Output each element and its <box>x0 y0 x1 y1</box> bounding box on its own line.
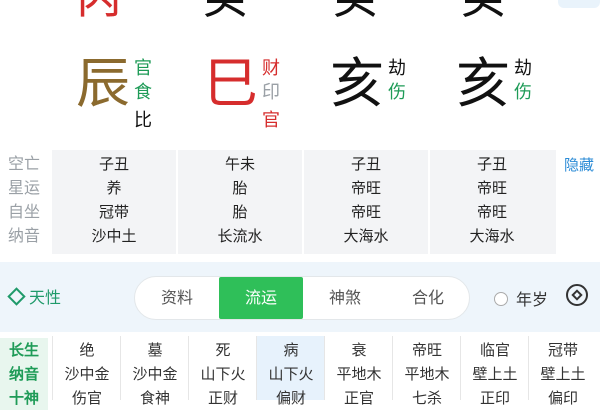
grid-column[interactable]: 死 山下火 正财 <box>188 336 257 407</box>
nianshui-label: 年岁 <box>516 290 549 309</box>
branch-4: 亥 劫 伤 <box>456 52 546 148</box>
info-cell: 子丑 <box>476 155 507 173</box>
info-label-zizuo: 自坐 <box>8 202 41 221</box>
stem-4: 癸 <box>448 0 518 20</box>
grid-column-selected[interactable]: 病 山下火 偏财 <box>256 336 325 407</box>
info-table: 空亡 星运 自坐 纳音 子丑 养 冠带 沙中土 午未 胎 胎 长流水 子丑 帝旺… <box>0 150 600 254</box>
grid-cell: 伤官 <box>71 389 102 407</box>
tab-hehua[interactable]: 合化 <box>387 277 469 319</box>
grid-cell: 偏财 <box>275 389 306 407</box>
grid-cell: 帝旺 <box>411 341 442 359</box>
branch-4-god-2: 伤 <box>514 82 532 103</box>
branch-2-char: 巳 <box>204 52 258 115</box>
branch-2: 巳 财 印 官 <box>204 52 294 148</box>
grid-cell: 正财 <box>207 389 238 407</box>
branch-1-char: 辰 <box>76 52 130 115</box>
tab-bar: 天性 资料 流运 神煞 合化 年岁 <box>0 262 600 332</box>
grid-cell: 壁上土 <box>540 365 586 383</box>
info-cell: 沙中土 <box>91 227 137 245</box>
info-cell: 帝旺 <box>476 203 507 221</box>
grid-cell: 山下火 <box>200 365 246 383</box>
info-cell: 长流水 <box>217 227 263 245</box>
nianshui-radio[interactable]: 年岁 <box>494 286 548 310</box>
branch-4-god-1: 劫 <box>514 58 532 79</box>
stem-2: 癸 <box>190 0 260 20</box>
grid-column[interactable]: 帝旺 平地木 七杀 <box>392 336 461 407</box>
branch-1-god-3: 比 <box>134 110 152 131</box>
grid-cell: 偏印 <box>547 389 578 407</box>
top-right-chip[interactable] <box>558 0 600 8</box>
grid-cell: 平地木 <box>336 365 382 383</box>
branch-2-god-3: 官 <box>262 110 280 131</box>
info-cell: 胎 <box>232 179 248 197</box>
grid-cell: 病 <box>283 341 299 359</box>
info-cell: 帝旺 <box>350 179 381 197</box>
info-cell: 养 <box>106 179 122 197</box>
branch-3: 亥 劫 伤 <box>330 52 420 148</box>
grid-cell: 绝 <box>79 341 95 359</box>
settings-icon[interactable] <box>566 284 588 306</box>
info-cell: 大海水 <box>469 227 515 245</box>
grid-cell: 七杀 <box>411 389 442 407</box>
grid-cell: 冠带 <box>547 341 578 359</box>
liuyun-grid: 长生 纳音 十神 绝 沙中金 伤官 墓 沙中金 食神 死 山下火 正财 病 山下… <box>0 336 600 410</box>
grid-cell: 衰 <box>351 341 367 359</box>
hide-button[interactable]: 隐藏 <box>564 154 594 175</box>
tianxing-toggle[interactable]: 天性 <box>7 284 62 308</box>
branch-1-god-2: 食 <box>134 82 152 103</box>
grid-label-nayin: 纳音 <box>0 362 48 386</box>
info-cell: 帝旺 <box>476 179 507 197</box>
info-cell: 帝旺 <box>350 203 381 221</box>
info-cell: 冠带 <box>98 203 129 221</box>
tab-shensha[interactable]: 神煞 <box>303 277 387 319</box>
grid-label-changsheng: 长生 <box>0 338 48 362</box>
info-label-kongwang: 空亡 <box>8 154 41 173</box>
grid-cell: 壁上土 <box>472 365 518 383</box>
grid-cell: 山下火 <box>268 365 314 383</box>
info-cell: 大海水 <box>343 227 389 245</box>
grid-column[interactable]: 衰 平地木 正官 <box>324 336 393 407</box>
grid-cell: 墓 <box>147 341 163 359</box>
tianxing-label: 天性 <box>29 288 62 307</box>
grid-column[interactable]: 临官 壁上土 正印 <box>460 336 529 407</box>
info-cell: 胎 <box>232 203 248 221</box>
branch-3-char: 亥 <box>330 52 384 115</box>
grid-cell: 临官 <box>479 341 510 359</box>
stem-3: 癸 <box>320 0 390 20</box>
grid-cell: 平地木 <box>404 365 450 383</box>
branch-1-god-1: 官 <box>134 58 152 79</box>
branch-3-god-1: 劫 <box>388 58 406 79</box>
branch-2-god-2: 印 <box>262 82 280 103</box>
grid-column[interactable]: 墓 沙中金 食神 <box>120 336 189 407</box>
grid-cell: 死 <box>215 341 231 359</box>
grid-label-shishen: 十神 <box>0 386 48 410</box>
info-cell: 午未 <box>224 155 255 173</box>
grid-cell: 正印 <box>479 389 510 407</box>
radio-icon <box>494 291 508 306</box>
grid-column[interactable]: 冠带 壁上土 偏印 <box>528 336 597 407</box>
branch-3-god-2: 伤 <box>388 82 406 103</box>
grid-cell: 沙中金 <box>64 365 110 383</box>
branch-2-god-1: 财 <box>262 58 280 79</box>
tab-group: 资料 流运 神煞 合化 <box>134 276 470 320</box>
branch-1: 辰 官 食 比 <box>76 52 166 148</box>
grid-column[interactable]: 绝 沙中金 伤官 <box>52 336 121 407</box>
stem-1: 丙 <box>64 0 134 20</box>
tab-ziliao[interactable]: 资料 <box>135 277 219 319</box>
info-label-xingyun: 星运 <box>8 178 41 197</box>
grid-cell: 食神 <box>139 389 170 407</box>
info-cell: 子丑 <box>98 155 129 173</box>
grid-cell: 沙中金 <box>132 365 178 383</box>
branch-4-char: 亥 <box>456 52 510 115</box>
grid-cell: 正官 <box>343 389 374 407</box>
diamond-icon <box>7 287 26 306</box>
info-cell: 子丑 <box>350 155 381 173</box>
tab-liuyun[interactable]: 流运 <box>219 277 303 319</box>
info-label-nayin: 纳音 <box>8 226 41 245</box>
